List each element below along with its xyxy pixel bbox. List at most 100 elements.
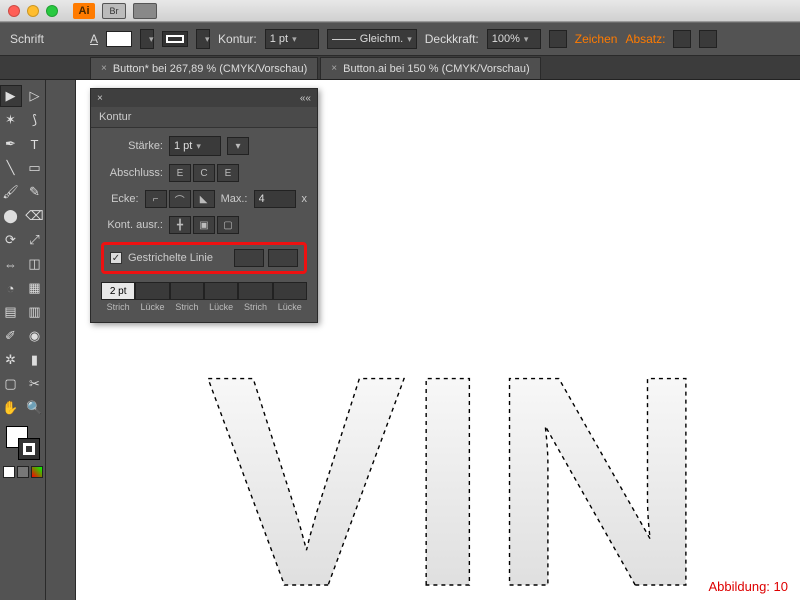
minimize-window-button[interactable] — [27, 5, 39, 17]
blob-brush-tool[interactable]: ⬤ — [0, 205, 22, 227]
corner-label: Ecke: — [101, 193, 139, 205]
gradient-mode-button[interactable] — [17, 466, 29, 478]
document-tab-label: Button.ai bei 150 % (CMYK/Vorschau) — [343, 63, 529, 75]
join-bevel-button[interactable]: ◣ — [193, 190, 215, 208]
gap-field-2[interactable] — [204, 282, 238, 300]
dash-label: Lücke — [204, 302, 238, 312]
zoom-window-button[interactable] — [46, 5, 58, 17]
dash-align-corners-button[interactable] — [268, 249, 298, 267]
cap-round-button[interactable]: C — [193, 164, 215, 182]
miter-limit-field[interactable] — [254, 190, 296, 208]
selection-tool[interactable]: ▶ — [0, 85, 22, 107]
symbol-sprayer-tool[interactable]: ✲ — [0, 349, 22, 371]
gap-field-1[interactable] — [135, 282, 169, 300]
close-tab-icon[interactable]: × — [101, 63, 107, 74]
align-stroke-label: Kont. ausr.: — [101, 219, 163, 231]
close-window-button[interactable] — [8, 5, 20, 17]
character-panel-link[interactable]: Zeichen — [575, 32, 618, 46]
tools-panel: ▶▷ ✶⟆ ✒T ╲▭ 🖌✎ ⬤⌫ ⟳⤢ ⇔◫ ◔▦ ▤▥ ✐◉ ✲▮ ▢✂ ✋… — [0, 80, 46, 600]
cap-projecting-button[interactable]: E — [217, 164, 239, 182]
stroke-panel-title: Kontur — [91, 107, 317, 128]
dashed-line-row-highlight: ✓ Gestrichelte Linie — [101, 242, 307, 274]
direct-selection-tool[interactable]: ▷ — [24, 85, 46, 107]
stroke-dropdown[interactable] — [196, 29, 210, 49]
dash-label: Lücke — [273, 302, 307, 312]
miter-suffix: x — [302, 193, 308, 205]
zoom-tool[interactable]: 🔍 — [24, 397, 46, 419]
blend-tool[interactable]: ◉ — [24, 325, 46, 347]
pencil-tool[interactable]: ✎ — [24, 181, 46, 203]
magic-wand-tool[interactable]: ✶ — [0, 109, 22, 131]
lasso-tool[interactable]: ⟆ — [24, 109, 46, 131]
pen-tool[interactable]: ✒ — [0, 133, 22, 155]
close-tab-icon[interactable]: × — [331, 63, 337, 74]
stroke-profile-dropdown[interactable]: Gleichm. — [327, 29, 417, 49]
width-tool[interactable]: ⇔ — [0, 253, 22, 275]
cap-butt-button[interactable]: E — [169, 164, 191, 182]
arrange-documents-button[interactable] — [133, 3, 157, 19]
dash-field-1[interactable] — [101, 282, 135, 300]
opacity-field[interactable]: 100% — [487, 29, 541, 49]
svg-text:VIN: VIN — [206, 325, 706, 600]
weight-stepper[interactable]: ▾ — [227, 137, 249, 155]
shape-builder-tool[interactable]: ◔ — [0, 277, 22, 299]
artboard-tool[interactable]: ▢ — [0, 373, 22, 395]
dash-field-3[interactable] — [238, 282, 272, 300]
eyedropper-tool[interactable]: ✐ — [0, 325, 22, 347]
paragraph-panel-link[interactable]: Absatz: — [625, 32, 665, 46]
dash-pattern-grid: Strich Lücke Strich Lücke Strich Lücke — [101, 282, 307, 312]
join-miter-button[interactable]: ⌐ — [145, 190, 167, 208]
dash-field-2[interactable] — [170, 282, 204, 300]
none-mode-button[interactable] — [31, 466, 43, 478]
context-label: Schrift — [10, 32, 44, 46]
bridge-button[interactable]: Br — [102, 3, 126, 19]
align-left-button[interactable] — [673, 30, 691, 48]
stroke-swatch[interactable] — [162, 31, 188, 47]
mesh-tool[interactable]: ▤ — [0, 301, 22, 323]
rotate-tool[interactable]: ⟳ — [0, 229, 22, 251]
mac-titlebar: Ai Br — [0, 0, 800, 22]
fill-swatch[interactable] — [106, 31, 132, 47]
stroke-panel-header[interactable]: × «« — [91, 89, 317, 107]
dash-label: Strich — [101, 302, 135, 312]
perspective-grid-tool[interactable]: ▦ — [24, 277, 46, 299]
slice-tool[interactable]: ✂ — [24, 373, 46, 395]
dashed-line-checkbox[interactable]: ✓ — [110, 252, 122, 264]
scale-tool[interactable]: ⤢ — [24, 229, 46, 251]
panel-menu-icon[interactable]: «« — [300, 93, 311, 104]
collapsed-panel-strip[interactable] — [46, 80, 76, 600]
align-stroke-outside-button[interactable]: ▢ — [217, 216, 239, 234]
dash-align-exact-button[interactable] — [234, 249, 264, 267]
gap-field-3[interactable] — [273, 282, 307, 300]
fill-dropdown[interactable] — [140, 29, 154, 49]
char-icon[interactable]: A — [90, 32, 98, 46]
weight-field[interactable]: 1 pt — [169, 136, 221, 156]
document-tab[interactable]: × Button* bei 267,89 % (CMYK/Vorschau) — [90, 57, 318, 79]
dashed-line-label: Gestrichelte Linie — [128, 252, 213, 264]
type-tool[interactable]: T — [24, 133, 46, 155]
canvas-area[interactable]: ×«« Kontur Stärke: 1 pt ▾ Abschluss: E C… — [76, 80, 800, 600]
eraser-tool[interactable]: ⌫ — [24, 205, 46, 227]
hand-tool[interactable]: ✋ — [0, 397, 22, 419]
align-stroke-inside-button[interactable]: ▣ — [193, 216, 215, 234]
gradient-tool[interactable]: ▥ — [24, 301, 46, 323]
recolor-button[interactable] — [549, 30, 567, 48]
line-tool[interactable]: ╲ — [0, 157, 22, 179]
color-mode-button[interactable] — [3, 466, 15, 478]
artwork-text[interactable]: VIN — [206, 325, 800, 600]
stroke-panel: ×«« Kontur Stärke: 1 pt ▾ Abschluss: E C… — [90, 88, 318, 323]
paintbrush-tool[interactable]: 🖌 — [0, 181, 22, 203]
rectangle-tool[interactable]: ▭ — [24, 157, 46, 179]
dash-label: Strich — [238, 302, 272, 312]
document-tab[interactable]: × Button.ai bei 150 % (CMYK/Vorschau) — [320, 57, 540, 79]
column-graph-tool[interactable]: ▮ — [24, 349, 46, 371]
free-transform-tool[interactable]: ◫ — [24, 253, 46, 275]
align-center-button[interactable] — [699, 30, 717, 48]
cap-label: Abschluss: — [101, 167, 163, 179]
stroke-weight-field[interactable]: 1 pt — [265, 29, 319, 49]
align-stroke-center-button[interactable]: ╋ — [169, 216, 191, 234]
fill-stroke-control[interactable] — [6, 426, 40, 460]
dash-label: Lücke — [135, 302, 169, 312]
close-panel-icon[interactable]: × — [97, 93, 103, 104]
join-round-button[interactable]: ⌒ — [169, 190, 191, 208]
